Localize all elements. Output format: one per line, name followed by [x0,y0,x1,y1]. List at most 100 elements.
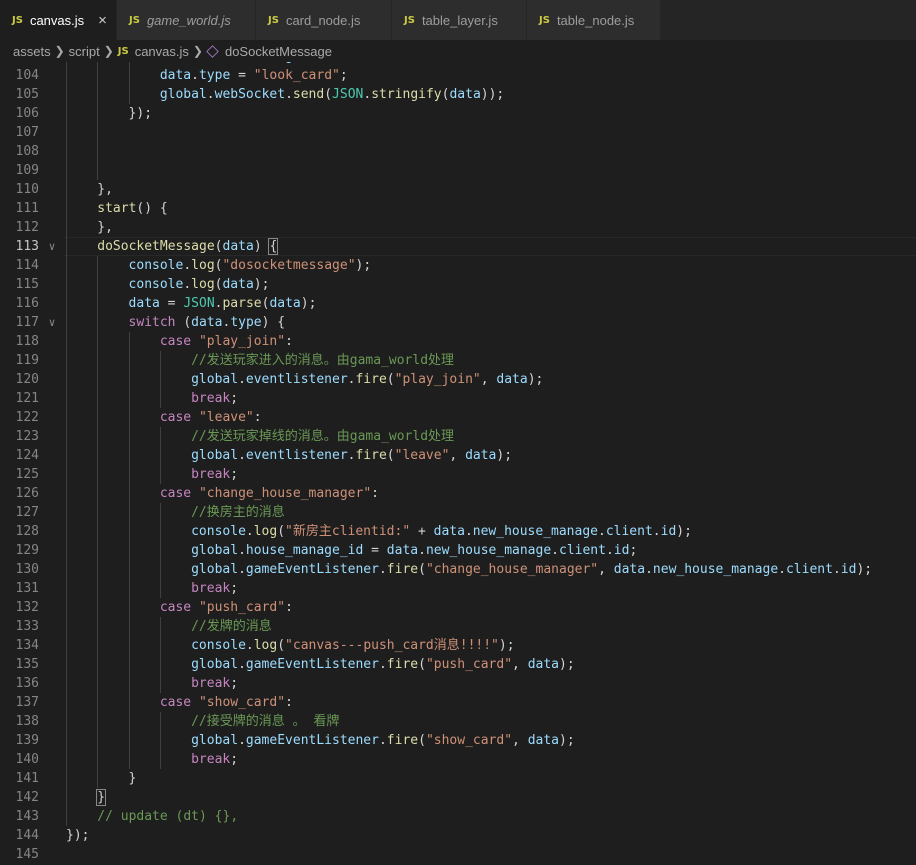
code-token: break [191,752,231,767]
indent-guide [159,351,161,370]
code-token: data [527,733,559,748]
code-token: ( [418,562,426,577]
code-text: console.log(data); [129,275,270,294]
code-token: }); [128,106,153,121]
code-token: client [785,562,833,577]
indent-guide [97,275,99,294]
indent-guide [128,636,130,655]
indent-guide [97,408,99,427]
code-token: = [159,296,184,311]
code-line: 118 case "play_join": [0,332,916,351]
code-token: . [245,638,254,653]
code-token: case [159,486,192,501]
code-text: global.gameEventListener.fire("change_ho… [191,560,872,579]
indent-guide [97,332,99,351]
code-token: ); [355,258,372,273]
code-token: = [230,68,254,83]
tab-canvas-js[interactable]: JS canvas.js × [0,0,117,40]
code-token: client [340,62,387,64]
line-number: 134 [15,638,39,653]
code-token: data [128,296,160,311]
code-line: 123 //发送玩家掉线的消息。由gama_world处理 [0,427,916,446]
tab-card_node-js[interactable]: JS card_node.js [256,0,392,40]
code-line: 114 console.log("dosocketmessage"); [0,256,916,275]
indent-guide [97,655,99,674]
tab-game_world-js[interactable]: JS game_world.js [117,0,256,40]
code-token: }); [66,828,90,843]
line-number: 125 [15,467,39,482]
code-token: + [410,524,434,539]
indent-guide [66,237,67,256]
js-file-icon: JS [268,14,279,26]
indent-guide [66,541,67,560]
code-line: 131 break; [0,579,916,598]
code-text: }); [66,826,89,845]
code-token: . [191,62,199,64]
code-token: ( [214,239,223,254]
code-token: data [191,315,223,330]
indent-guide [97,769,99,788]
fold-chevron-icon[interactable]: ∨ [44,237,60,256]
code-line: 120 global.eventlistener.fire("play_join"… [0,370,916,389]
js-file-icon: JS [539,14,550,26]
breadcrumb-folder-script[interactable]: script [69,44,100,59]
line-number: 127 [15,505,39,520]
indent-guide [97,104,99,123]
indent-guide [66,674,67,693]
code-token: //发送玩家进入的消息。由gama_world处理 [191,353,455,368]
indent-guide [97,712,99,731]
tab-table_node-js[interactable]: JS table_node.js [527,0,661,40]
code-token: console [191,524,246,539]
indent-guide [128,408,130,427]
code-token: . [183,277,192,292]
indent-guide [66,66,67,85]
code-text: global.eventlistener.fire("leave", data)… [191,446,512,465]
line-number: 112 [15,220,39,235]
code-token: } [96,789,107,806]
code-text: global.webSocket.send(JSON.stringify(dat… [160,85,504,104]
code-text: } [129,769,137,788]
fold-chevron-icon[interactable]: ∨ [44,313,60,332]
indent-guide [66,161,67,180]
indent-guide [128,693,130,712]
code-token: ); [498,638,515,653]
code-text: doSocketMessage(data) { [97,237,279,256]
breadcrumb-file[interactable]: canvas.js [135,44,189,59]
code-token: id [613,543,630,558]
breadcrumb-folder-assets[interactable]: assets [13,44,51,59]
code-token: "change_house_manager" [198,486,372,501]
code-line: 115 console.log(data); [0,275,916,294]
indent-guide [66,294,67,313]
code-token: "show_card" [198,695,286,710]
code-token: , [512,733,528,748]
line-number: 120 [15,372,39,387]
code-token: "show_card" [425,733,513,748]
close-icon[interactable]: × [98,12,107,29]
line-number: 130 [15,562,39,577]
indent-guide [97,313,99,332]
indent-guide [66,579,67,598]
breadcrumb-symbol[interactable]: doSocketMessage [225,44,332,59]
code-line: 112}, [0,218,916,237]
js-file-icon: JS [129,14,140,26]
code-token: new_house_manage [652,562,779,577]
code-token: "dosocketmessage" [222,258,356,273]
indent-guide [159,389,161,408]
code-editor[interactable]: 103data.clientid = global.client.id;104d… [0,62,916,865]
code-token: ( [277,638,286,653]
indent-guide [159,674,161,693]
code-token: gameEventListener [245,733,379,748]
code-token: . [238,372,246,387]
indent-guide [128,351,130,370]
indent-guide [66,370,67,389]
line-number: 121 [15,391,39,406]
indent-guide [66,408,67,427]
indent-guide [159,579,161,598]
line-number: 142 [15,790,39,805]
code-token: ; [230,676,239,691]
tab-table_layer-js[interactable]: JS table_layer.js [392,0,527,40]
indent-guide [97,123,99,142]
indent-guide [66,256,67,275]
code-token: clientid [199,62,262,64]
